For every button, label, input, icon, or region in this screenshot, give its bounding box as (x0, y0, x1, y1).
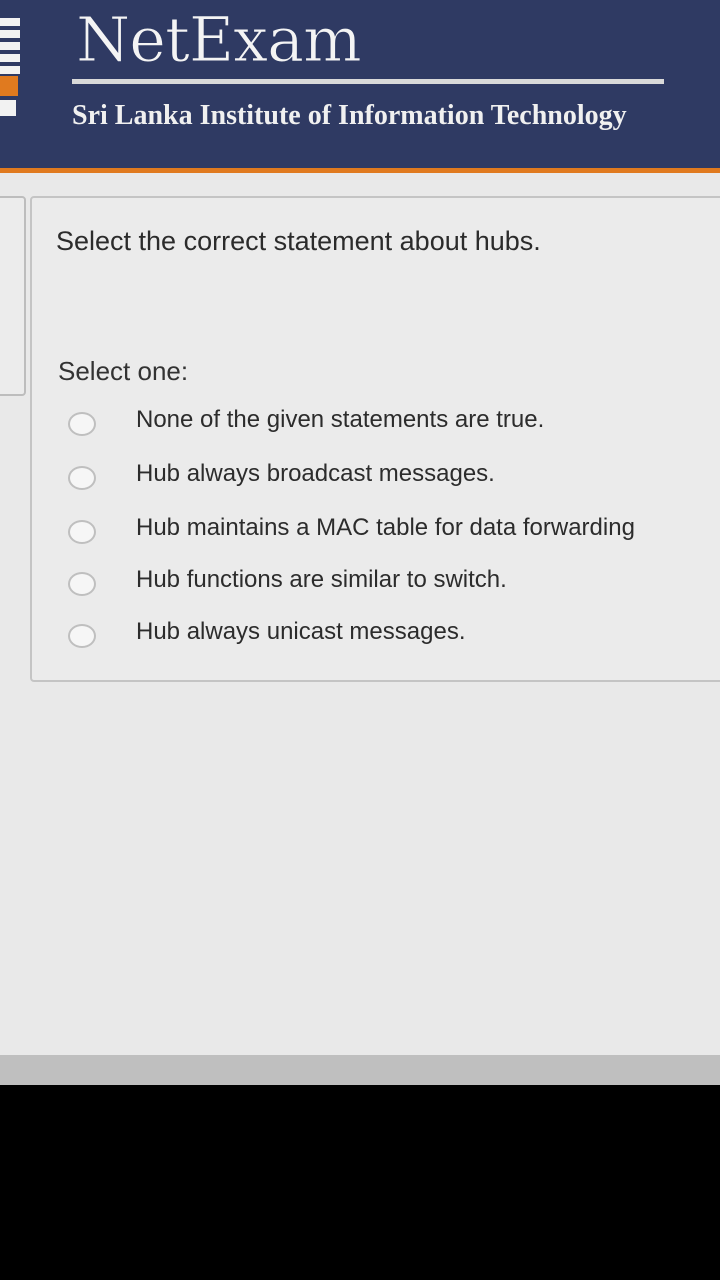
answer-option[interactable]: None of the given statements are true. (68, 406, 688, 446)
radio-button[interactable] (68, 520, 96, 544)
question-text: Select the correct statement about hubs. (56, 226, 541, 256)
institution-name: Sri Lanka Institute of Information Techn… (72, 100, 627, 131)
answer-option-label[interactable]: Hub always broadcast messages. (136, 460, 495, 488)
screen-bottom-edge (0, 1055, 720, 1085)
answer-option[interactable]: Hub always broadcast messages. (68, 460, 688, 500)
title-divider (72, 79, 664, 84)
answer-option-label[interactable]: Hub functions are similar to switch. (136, 566, 507, 594)
answer-option-label[interactable]: Hub maintains a MAC table for data forwa… (136, 514, 635, 542)
answer-option[interactable]: Hub functions are similar to switch. (68, 566, 688, 606)
radio-button[interactable] (68, 412, 96, 436)
app-title[interactable]: NetExam (76, 0, 363, 80)
answer-option[interactable]: Hub maintains a MAC table for data forwa… (68, 514, 688, 554)
quiz-navigation-panel (0, 196, 26, 396)
radio-button[interactable] (68, 466, 96, 490)
radio-button[interactable] (68, 624, 96, 648)
select-one-prompt: Select one: (58, 356, 189, 386)
answer-option-label[interactable]: None of the given statements are true. (136, 406, 544, 434)
answer-option[interactable]: Hub always unicast messages. (68, 618, 688, 658)
institution-logo-icon (0, 18, 22, 128)
radio-button[interactable] (68, 572, 96, 596)
header-accent-bar (0, 168, 720, 173)
header: NetExam Sri Lanka Institute of Informati… (0, 0, 720, 168)
answer-option-label[interactable]: Hub always unicast messages. (136, 618, 465, 646)
screen: NetExam Sri Lanka Institute of Informati… (0, 0, 720, 1085)
